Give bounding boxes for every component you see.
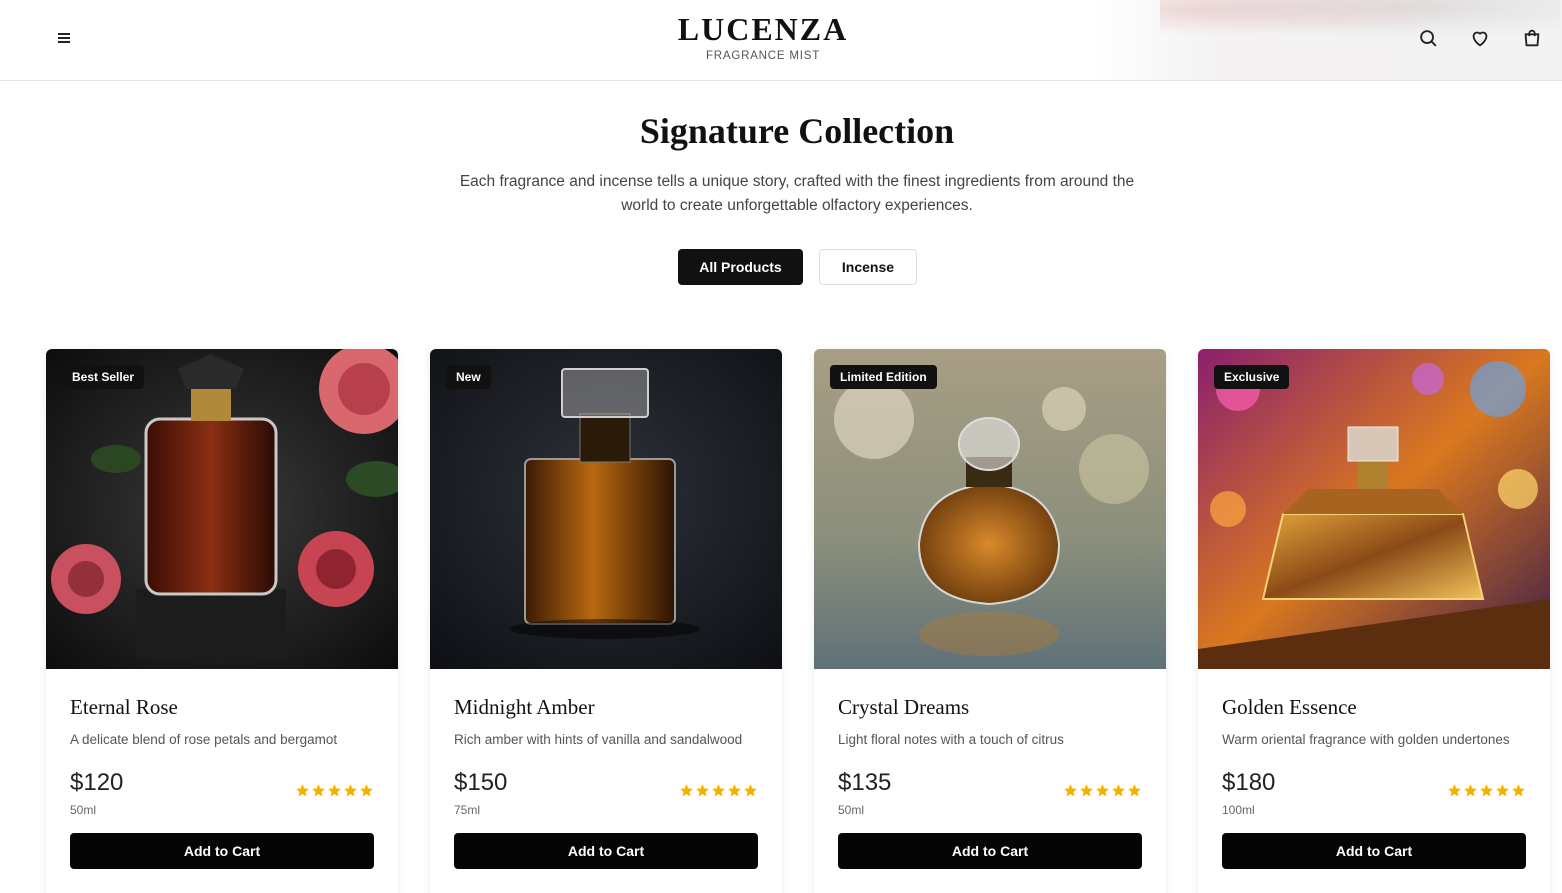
product-image[interactable]: Best Seller <box>46 349 398 669</box>
star-icon <box>1448 784 1461 797</box>
product-name[interactable]: Eternal Rose <box>70 695 178 720</box>
product-size: 100ml <box>1222 803 1255 817</box>
product-price: $180 <box>1222 769 1276 796</box>
star-icon <box>696 784 709 797</box>
product-badge: Best Seller <box>62 365 145 389</box>
rating-stars <box>295 783 374 798</box>
product-size: 50ml <box>70 803 97 817</box>
product-card[interactable]: New Midnight Amber Rich amber with hints… <box>430 349 782 893</box>
star-icon <box>1512 784 1525 797</box>
product-card[interactable]: Exclusive Golden Essence Warm oriental f… <box>1198 349 1550 893</box>
product-price: $135 <box>838 769 892 796</box>
add-to-cart-button[interactable]: Add to Cart <box>70 833 374 869</box>
star-icon <box>312 784 325 797</box>
bag-icon[interactable] <box>1521 27 1543 49</box>
star-icon <box>1064 784 1077 797</box>
product-name[interactable]: Midnight Amber <box>454 695 595 720</box>
section-description: Each fragrance and incense tells a uniqu… <box>459 173 1135 214</box>
star-icon <box>360 784 373 797</box>
star-icon <box>744 784 757 797</box>
product-card[interactable]: Best Seller Eternal Rose A delicate blen… <box>46 349 398 893</box>
search-icon[interactable] <box>1417 27 1439 49</box>
star-icon <box>1496 784 1509 797</box>
product-size: 50ml <box>838 803 865 817</box>
product-image[interactable]: New <box>430 349 782 669</box>
product-image[interactable]: Limited Edition <box>814 349 1166 669</box>
product-card[interactable]: Limited Edition Crystal Dreams Light flo… <box>814 349 1166 893</box>
product-name[interactable]: Golden Essence <box>1222 695 1357 720</box>
product-name[interactable]: Crystal Dreams <box>838 695 969 720</box>
rating-stars <box>679 783 758 798</box>
star-icon <box>1080 784 1093 797</box>
filter-tab-incense[interactable]: Incense <box>819 249 917 285</box>
brand-tagline: FRAGRANCE MIST <box>705 50 821 62</box>
product-badge: Limited Edition <box>830 365 937 389</box>
star-icon <box>1480 784 1493 797</box>
brand-logo[interactable]: LUCENZA FRAGRANCE MIST <box>0 12 1562 62</box>
add-to-cart-button[interactable]: Add to Cart <box>454 833 758 869</box>
brand-name: LUCENZA <box>677 11 849 47</box>
product-description: Light floral notes with a touch of citru… <box>838 732 1064 747</box>
star-icon <box>680 784 693 797</box>
product-description: Warm oriental fragrance with golden unde… <box>1222 732 1510 747</box>
section-title: Signature Collection <box>639 111 955 151</box>
star-icon <box>1464 784 1477 797</box>
star-icon <box>1128 784 1141 797</box>
rating-stars <box>1063 783 1142 798</box>
star-icon <box>712 784 725 797</box>
add-to-cart-button[interactable]: Add to Cart <box>838 833 1142 869</box>
product-size: 75ml <box>454 803 481 817</box>
star-icon <box>296 784 309 797</box>
product-price: $120 <box>70 769 124 796</box>
star-icon <box>328 784 341 797</box>
product-image[interactable]: Exclusive <box>1198 349 1550 669</box>
star-icon <box>1096 784 1109 797</box>
star-icon <box>1112 784 1125 797</box>
product-description: A delicate blend of rose petals and berg… <box>70 732 338 747</box>
product-price: $150 <box>454 769 508 796</box>
heart-icon[interactable] <box>1469 27 1491 49</box>
product-badge: Exclusive <box>1214 365 1290 389</box>
product-description: Rich amber with hints of vanilla and san… <box>454 732 743 747</box>
site-header: LUCENZA FRAGRANCE MIST <box>0 0 1562 81</box>
star-icon <box>344 784 357 797</box>
add-to-cart-button[interactable]: Add to Cart <box>1222 833 1526 869</box>
product-badge: New <box>446 365 491 389</box>
star-icon <box>728 784 741 797</box>
filter-tab-all-products[interactable]: All Products <box>678 249 803 285</box>
rating-stars <box>1447 783 1526 798</box>
